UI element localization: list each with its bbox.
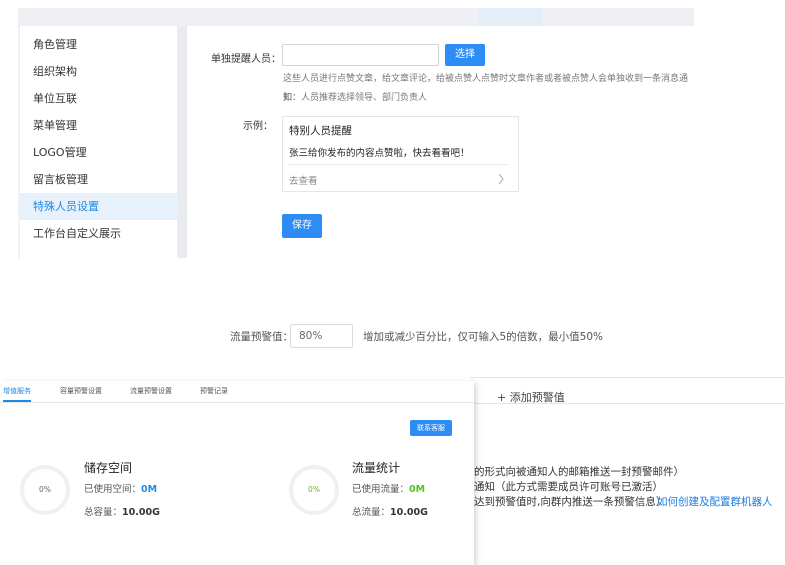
traffic-used-row: 已使用流量：0M <box>352 481 425 495</box>
traffic-alert-input[interactable]: 80% <box>290 324 353 348</box>
select-button[interactable]: 选择 <box>445 44 485 66</box>
sidebar-item-message-board[interactable]: 留言板管理 <box>20 166 177 193</box>
example-card: 特别人员提醒 张三给你发布的内容点赞啦，快去看看吧！ 去查看 <box>282 116 519 192</box>
chevron-right-icon <box>497 170 505 189</box>
top-tab-strip <box>18 8 694 27</box>
storage-used-row: 已使用空间：0M <box>84 481 157 495</box>
save-button[interactable]: 保存 <box>282 214 322 238</box>
settings-panel: 角色管理 组织架构 单位互联 菜单管理 LOGO管理 留言板管理 特殊人员设置 … <box>18 8 694 258</box>
sidebar-item-logo-management[interactable]: LOGO管理 <box>20 139 177 166</box>
traffic-used-label: 已使用流量： <box>352 484 410 495</box>
storage-total-label: 总容量： <box>84 507 123 518</box>
sidebar: 角色管理 组织架构 单位互联 菜单管理 LOGO管理 留言板管理 特殊人员设置 … <box>20 26 177 258</box>
sidebar-item-workbench-display[interactable]: 工作台自定义展示 <box>20 220 177 247</box>
sidebar-item-org-structure[interactable]: 组织架构 <box>20 58 177 85</box>
traffic-percent: 0% <box>308 485 320 494</box>
contact-support-button[interactable]: 联系客服 <box>410 420 452 436</box>
alert-email-note: 的形式向被通知人的邮箱推送一封预警邮件） <box>474 466 684 478</box>
example-card-body: 张三给你发布的内容点赞啦，快去看看吧！ <box>289 148 470 159</box>
storage-percent: 0% <box>39 485 51 494</box>
traffic-used-value: 0M <box>409 484 426 495</box>
sidebar-scrollbar[interactable] <box>177 26 187 258</box>
tab-alert-records[interactable]: 预警记录 <box>200 381 228 402</box>
sidebar-item-unit-interconnect[interactable]: 单位互联 <box>20 85 177 112</box>
storage-window: 增值服务 容量预警设置 流量预警设置 预警记录 联系客服 0% 储存空间 已使用… <box>0 381 474 565</box>
traffic-title: 流量统计 <box>352 461 401 475</box>
traffic-total-label: 总流量： <box>352 507 391 518</box>
traffic-total-value: 10.00G <box>390 507 428 518</box>
storage-used-value: 0M <box>141 484 158 495</box>
robot-help-link[interactable]: 如何创建及配置群机器人 <box>657 494 773 509</box>
tab-value-added[interactable]: 增值服务 <box>3 381 31 402</box>
storage-tabs: 增值服务 容量预警设置 流量预警设置 预警记录 <box>0 381 474 403</box>
storage-total-value: 10.00G <box>122 507 160 518</box>
storage-title: 储存空间 <box>84 461 133 475</box>
example-card-divider <box>289 164 509 165</box>
traffic-alert-hint: 增加或减少百分比，仅可输入5的倍数，最小值50% <box>363 331 604 343</box>
traffic-alert-label: 流量预警值： <box>230 331 293 343</box>
sidebar-item-role-management[interactable]: 角色管理 <box>20 31 177 58</box>
sidebar-item-special-personnel[interactable]: 特殊人员设置 <box>20 193 177 220</box>
alert-group-note: 达到预警值时,向群内推送一条预警信息） <box>474 496 667 508</box>
person-label: 单独提醒人员： <box>211 54 281 65</box>
person-input[interactable] <box>282 44 439 66</box>
main-content: 单独提醒人员： 选择 这些人员进行点赞文章，给文章评论，给被点赞人点赞时文章作者… <box>187 26 694 258</box>
add-threshold-button[interactable]: + 添加预警值 <box>497 389 565 405</box>
example-card-title: 特别人员提醒 <box>289 125 352 137</box>
storage-total-row: 总容量：10.00G <box>84 504 160 518</box>
example-card-link: 去查看 <box>289 176 318 187</box>
description-line-2: 如：人员推荐选择领导、部门负责人 <box>283 93 428 103</box>
traffic-total-row: 总流量：10.00G <box>352 504 428 518</box>
example-label: 示例： <box>243 121 273 132</box>
storage-used-label: 已使用空间： <box>84 484 142 495</box>
sidebar-item-menu-management[interactable]: 菜单管理 <box>20 112 177 139</box>
tab-capacity-alert[interactable]: 容量预警设置 <box>60 381 102 402</box>
tab-traffic-alert[interactable]: 流量预警设置 <box>130 381 172 402</box>
top-tab-highlight <box>478 8 543 26</box>
alert-notify-note: 通知（此方式需要成员许可账号已激活） <box>474 481 663 493</box>
